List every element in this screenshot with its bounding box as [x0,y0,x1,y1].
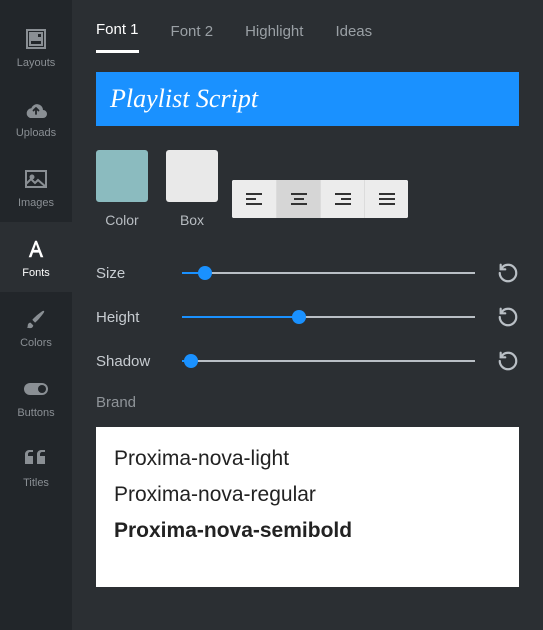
layouts-icon [24,25,48,53]
shadow-slider-row: Shadow [96,350,519,372]
sidebar-item-uploads[interactable]: Uploads [0,82,72,152]
tab-font1[interactable]: Font 1 [96,15,139,53]
box-swatch[interactable] [166,150,218,202]
tab-ideas[interactable]: Ideas [335,17,372,52]
alignment-group [232,180,408,218]
brush-icon [25,305,47,333]
swatch-group: Color Box [96,150,218,228]
quote-icon [25,445,47,473]
brand-section-label: Brand [96,394,519,411]
brand-font-item[interactable]: Proxima-nova-regular [114,477,501,513]
sidebar-item-label: Layouts [17,57,56,69]
sidebar-item-label: Images [18,197,54,209]
font-preview[interactable]: Playlist Script [96,72,519,126]
color-swatch[interactable] [96,150,148,202]
sidebar-item-label: Fonts [22,267,50,279]
tab-font2[interactable]: Font 2 [171,17,214,52]
tabs: Font 1 Font 2 Highlight Ideas [96,14,519,54]
align-center-button[interactable] [276,180,320,218]
size-reset-button[interactable] [497,262,519,284]
height-label: Height [96,309,182,326]
align-left-button[interactable] [232,180,276,218]
tab-highlight[interactable]: Highlight [245,17,303,52]
shadow-label: Shadow [96,353,182,370]
brand-font-list: Proxima-nova-light Proxima-nova-regular … [96,427,519,587]
sidebar-item-label: Buttons [17,407,54,419]
align-justify-button[interactable] [364,180,408,218]
sidebar-item-layouts[interactable]: Layouts [0,12,72,82]
sidebar-item-colors[interactable]: Colors [0,292,72,362]
sidebar-item-titles[interactable]: Titles [0,432,72,502]
box-swatch-label: Box [180,212,204,228]
size-slider[interactable] [182,263,475,283]
main-panel: Font 1 Font 2 Highlight Ideas Playlist S… [72,0,543,630]
cloud-upload-icon [24,95,48,123]
shadow-reset-button[interactable] [497,350,519,372]
height-slider[interactable] [182,307,475,327]
brand-font-item[interactable]: Proxima-nova-semibold [114,513,501,549]
sidebar-item-buttons[interactable]: Buttons [0,362,72,432]
size-label: Size [96,265,182,282]
sidebar-item-label: Uploads [16,127,56,139]
align-right-button[interactable] [320,180,364,218]
color-swatch-label: Color [105,212,138,228]
sidebar-item-fonts[interactable]: Fonts [0,222,72,292]
height-reset-button[interactable] [497,306,519,328]
sidebar: Layouts Uploads Images Fonts Colors Butt… [0,0,72,630]
sidebar-item-label: Colors [20,337,52,349]
sidebar-item-images[interactable]: Images [0,152,72,222]
image-icon [24,165,48,193]
shadow-slider[interactable] [182,351,475,371]
size-slider-row: Size [96,262,519,284]
toggle-icon [23,375,49,403]
brand-font-item[interactable]: Proxima-nova-light [114,441,501,477]
height-slider-row: Height [96,306,519,328]
sidebar-item-label: Titles [23,477,49,489]
font-icon [25,235,47,263]
